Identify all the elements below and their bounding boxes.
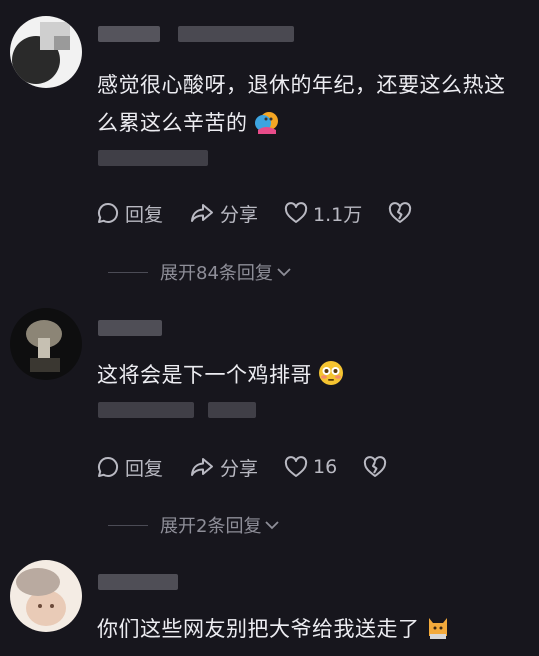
dislike-button[interactable] — [363, 456, 392, 478]
avatar[interactable] — [10, 16, 82, 88]
comment-actions: 回复 分享 16 — [96, 454, 418, 480]
comment-text-fragment: 这将会是下一个鸡排哥 — [97, 363, 312, 387]
share-arrow-icon — [191, 204, 214, 222]
time-placeholder — [98, 402, 194, 418]
like-count: 16 — [313, 456, 338, 478]
location-placeholder — [208, 402, 256, 418]
heart-icon — [284, 202, 308, 223]
expand-replies-label: 展开84条回复 — [160, 263, 273, 284]
time-placeholder — [178, 26, 294, 42]
reply-button[interactable]: 回复 — [96, 200, 163, 227]
share-label: 分享 — [220, 203, 259, 226]
comment-text-fragment: 么累这么辛苦的 — [97, 111, 248, 135]
username-placeholder[interactable] — [98, 320, 162, 336]
reply-label: 回复 — [125, 203, 164, 226]
broken-heart-icon — [389, 202, 412, 223]
username-placeholder[interactable] — [98, 574, 178, 590]
broken-heart-icon — [364, 456, 387, 477]
location-placeholder — [98, 150, 208, 166]
avatar[interactable] — [10, 308, 82, 380]
share-button[interactable]: 分享 — [189, 454, 258, 481]
chat-bubble-icon — [98, 456, 119, 477]
divider-line — [108, 271, 148, 273]
flushed-face-emoji — [318, 360, 344, 398]
reply-button[interactable]: 回复 — [96, 454, 163, 481]
comment-actions: 回复 分享 1.1万 — [96, 200, 443, 226]
comment-text: 你们这些网友别把大爷给我送走了 — [97, 610, 527, 652]
like-count: 1.1万 — [313, 203, 363, 226]
comment-text: 感觉很心酸呀，退休的年纪，还要这么热这 么累这么辛苦的 — [97, 66, 527, 146]
chevron-down-icon — [277, 268, 291, 277]
comment-text-fragment: 你们这些网友别把大爷给我送走了 — [97, 617, 420, 641]
like-button[interactable]: 16 — [284, 456, 337, 478]
reply-label: 回复 — [125, 457, 164, 480]
divider-line — [108, 524, 148, 526]
share-arrow-icon — [191, 458, 214, 476]
hugging-face-emoji — [254, 108, 280, 146]
comment-text-line: 么累这么辛苦的 — [97, 104, 527, 146]
dislike-button[interactable] — [388, 202, 417, 224]
username-placeholder[interactable] — [98, 26, 160, 42]
expand-replies-button[interactable]: 展开84条回复 — [108, 260, 292, 284]
share-button[interactable]: 分享 — [189, 200, 258, 227]
avatar[interactable] — [10, 560, 82, 632]
expand-replies-button[interactable]: 展开2条回复 — [108, 513, 280, 537]
expand-replies-label: 展开2条回复 — [160, 516, 262, 537]
heart-icon — [284, 456, 308, 477]
share-label: 分享 — [220, 457, 259, 480]
cat-sticker-emoji — [426, 612, 450, 652]
like-button[interactable]: 1.1万 — [284, 200, 362, 227]
comment-text: 这将会是下一个鸡排哥 — [97, 356, 527, 398]
chevron-down-icon — [265, 521, 280, 530]
comment-text-line: 感觉很心酸呀，退休的年纪，还要这么热这 — [97, 73, 506, 97]
chat-bubble-icon — [98, 202, 119, 223]
